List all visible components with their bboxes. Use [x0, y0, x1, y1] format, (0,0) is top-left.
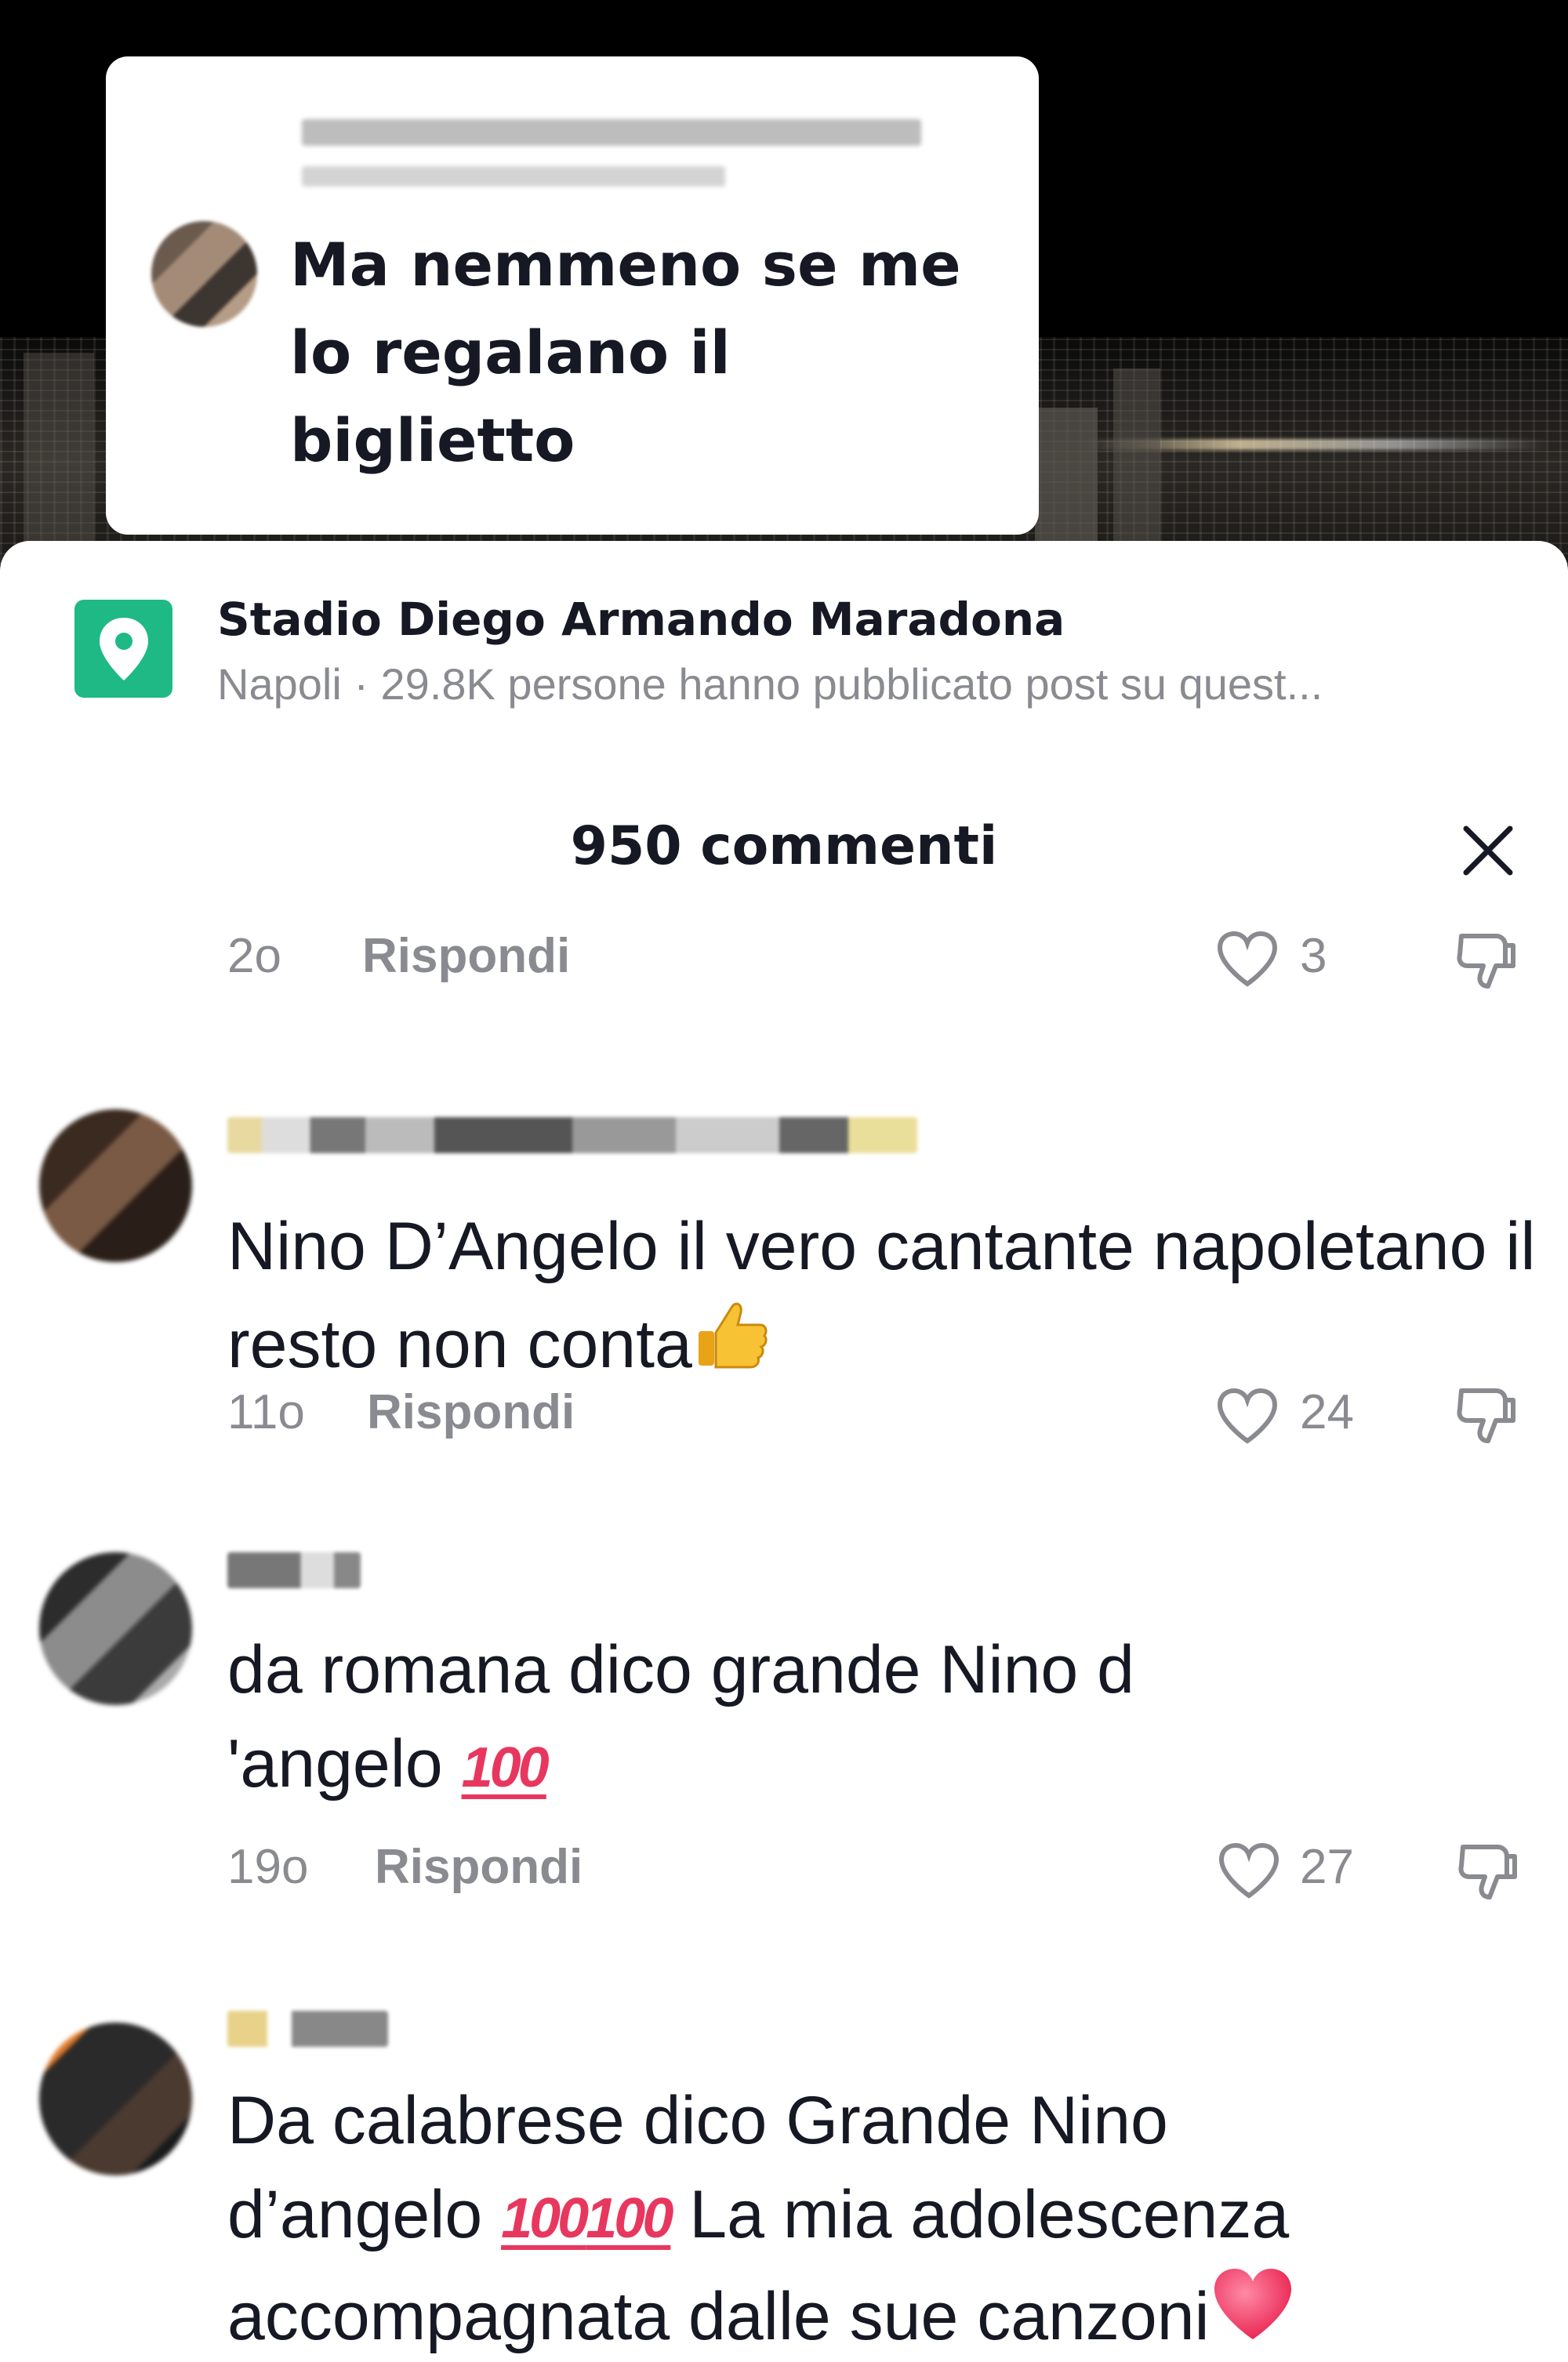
comment-time: 2o: [227, 929, 281, 983]
comment-text-part: accompagnata dalle sue canzoni: [227, 2279, 1210, 2354]
comment-time: 11o: [227, 1385, 305, 1439]
blurred-username: [227, 1117, 917, 1153]
heart-icon[interactable]: [1215, 929, 1279, 989]
location-name[interactable]: Stadio Diego Armando Maradona: [217, 588, 1065, 651]
sticker-avatar: [151, 221, 257, 327]
hundred-points-icon: 100: [501, 2187, 589, 2250]
comment-text: Da calabrese dico Grande Nino d’angelo 1…: [227, 2074, 1544, 2362]
comment-text: da romana dico grande Nino d 'angelo 100: [227, 1623, 1544, 1815]
comment-avatar[interactable]: [39, 2023, 192, 2175]
blurred-username: [227, 2011, 388, 2047]
blurred-username: [302, 119, 921, 146]
heart-icon[interactable]: [1217, 1841, 1281, 1900]
comment-text-line: da romana dico grande Nino d: [227, 1632, 1134, 1707]
comment-time: 19o: [227, 1840, 309, 1894]
comment-text: Nino D’Angelo il vero cantante napoletan…: [227, 1199, 1544, 1396]
blurred-username-subline: [302, 166, 725, 187]
dislike-icon[interactable]: [1450, 925, 1521, 996]
sticker-comment-text: Ma nemmeno se me lo regalano il bigliett…: [290, 230, 961, 475]
reply-button[interactable]: Rispondi: [362, 925, 570, 988]
red-heart-icon: [1210, 2266, 1296, 2362]
reply-comment-sticker: Ma nemmeno se me lo regalano il bigliett…: [106, 56, 1039, 535]
like-count: 24: [1300, 1385, 1354, 1439]
comments-count-title: 950 commenti: [570, 815, 998, 877]
heart-icon[interactable]: [1215, 1386, 1279, 1446]
location-pin-icon[interactable]: [74, 600, 172, 698]
close-icon: [1463, 825, 1513, 876]
comment-text-line: Da calabrese dico Grande Nino: [227, 2083, 1168, 2158]
comment-text-line: accompagnata dalle sue canzoni: [227, 2266, 1544, 2362]
comment-avatar[interactable]: [39, 1552, 192, 1705]
hundred-points-icon: 100: [586, 2187, 673, 2250]
dislike-icon[interactable]: [1450, 1380, 1521, 1450]
like-count: 3: [1300, 929, 1327, 983]
comment-text-part: 'angelo: [227, 1726, 443, 1801]
building-shape: [24, 353, 94, 564]
blurred-username: [227, 1552, 361, 1588]
comment-text-body: Nino D’Angelo il vero cantante napoletan…: [227, 1209, 1536, 1382]
location-subtitle: Napoli · 29.8K persone hanno pubblicato …: [217, 659, 1323, 709]
close-button[interactable]: [1457, 819, 1519, 882]
hundred-points-icon: 100: [461, 1736, 550, 1799]
reply-button[interactable]: Rispondi: [375, 1836, 583, 1899]
dislike-icon[interactable]: [1452, 1836, 1523, 1907]
like-count: 27: [1300, 1840, 1354, 1894]
comment-text-line: 'angelo 100: [227, 1717, 1544, 1815]
map-pin-icon: [99, 617, 148, 680]
reply-button[interactable]: Rispondi: [367, 1381, 575, 1444]
comment-text-line: d’angelo 100100 La mia adolescenza: [227, 2168, 1544, 2266]
comment-text-part: La mia adolescenza: [689, 2177, 1290, 2252]
building-shape: [1113, 368, 1160, 564]
comments-sheet: Stadio Diego Armando Maradona Napoli · 2…: [0, 541, 1568, 2362]
comment-avatar[interactable]: [39, 1109, 192, 1262]
comment-text-part: d’angelo: [227, 2177, 483, 2252]
thumbs-up-icon: [692, 1293, 771, 1396]
